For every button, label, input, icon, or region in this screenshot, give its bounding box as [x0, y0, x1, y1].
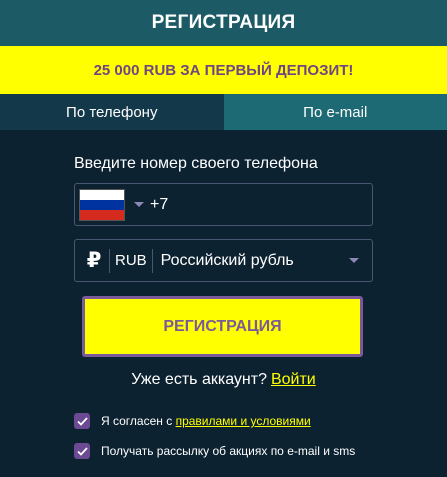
country-selector[interactable] [79, 188, 144, 221]
currency-code: RUB [115, 252, 147, 269]
tab-email-label: По e-mail [303, 103, 368, 121]
login-link[interactable]: Войти [271, 371, 316, 388]
chevron-down-icon [134, 202, 144, 207]
login-prompt: Уже есть аккаунт? [131, 371, 267, 388]
register-button[interactable]: РЕГИСТРАЦИЯ [82, 296, 363, 357]
terms-checkbox[interactable] [74, 413, 90, 429]
phone-field [74, 183, 373, 226]
tab-phone[interactable]: По телефону [0, 94, 224, 130]
tab-phone-label: По телефону [66, 103, 158, 121]
currency-select[interactable]: ₽ RUB Российский рубль [74, 239, 373, 282]
phone-label: Введите номер своего телефона [74, 155, 318, 172]
registration-tabs: По телефону По e-mail [0, 94, 447, 130]
promo-banner: 25 000 RUB ЗА ПЕРВЫЙ ДЕПОЗИТ! [0, 46, 447, 94]
russia-flag-icon [79, 188, 125, 221]
tab-email[interactable]: По e-mail [223, 94, 447, 130]
page-header: РЕГИСТРАЦИЯ [0, 0, 447, 46]
newsletter-consent-row: Получать рассылку об акциях по e-mail и … [74, 443, 355, 459]
chevron-down-icon [349, 258, 359, 263]
registration-form: Введите номер своего телефона ₽ RUB Росс… [0, 155, 447, 389]
phone-input[interactable] [150, 195, 368, 214]
page-title: РЕГИСТРАЦИЯ [151, 12, 296, 33]
promo-text: 25 000 RUB ЗА ПЕРВЫЙ ДЕПОЗИТ! [93, 61, 354, 79]
terms-text: Я согласен с [101, 414, 173, 428]
terms-consent-row: Я согласен с правилами и условиями [74, 413, 355, 429]
newsletter-text: Получать рассылку об акциях по e-mail и … [101, 444, 356, 458]
currency-name: Российский рубль [160, 251, 294, 269]
terms-link[interactable]: правилами и условиями [176, 414, 311, 428]
newsletter-checkbox[interactable] [74, 443, 90, 459]
consent-checkboxes: Я согласен с правилами и условиями Получ… [74, 413, 355, 459]
register-button-label: РЕГИСТРАЦИЯ [163, 317, 282, 335]
login-row: Уже есть аккаунт? Войти [74, 371, 373, 389]
check-icon [76, 446, 88, 456]
check-icon [76, 416, 88, 426]
ruble-icon: ₽ [86, 249, 102, 272]
